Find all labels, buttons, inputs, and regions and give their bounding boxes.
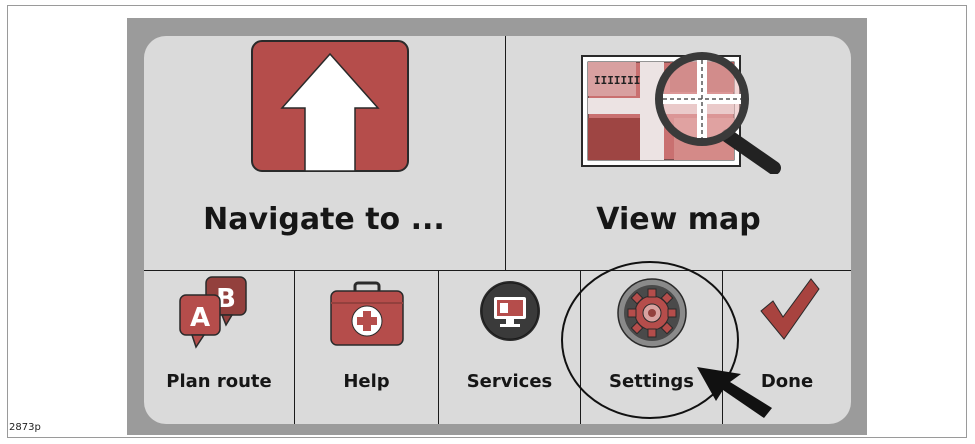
settings-highlight-circle — [561, 261, 739, 419]
pointer-arrow-icon — [697, 367, 772, 418]
settings-highlight-annotation — [561, 261, 772, 419]
